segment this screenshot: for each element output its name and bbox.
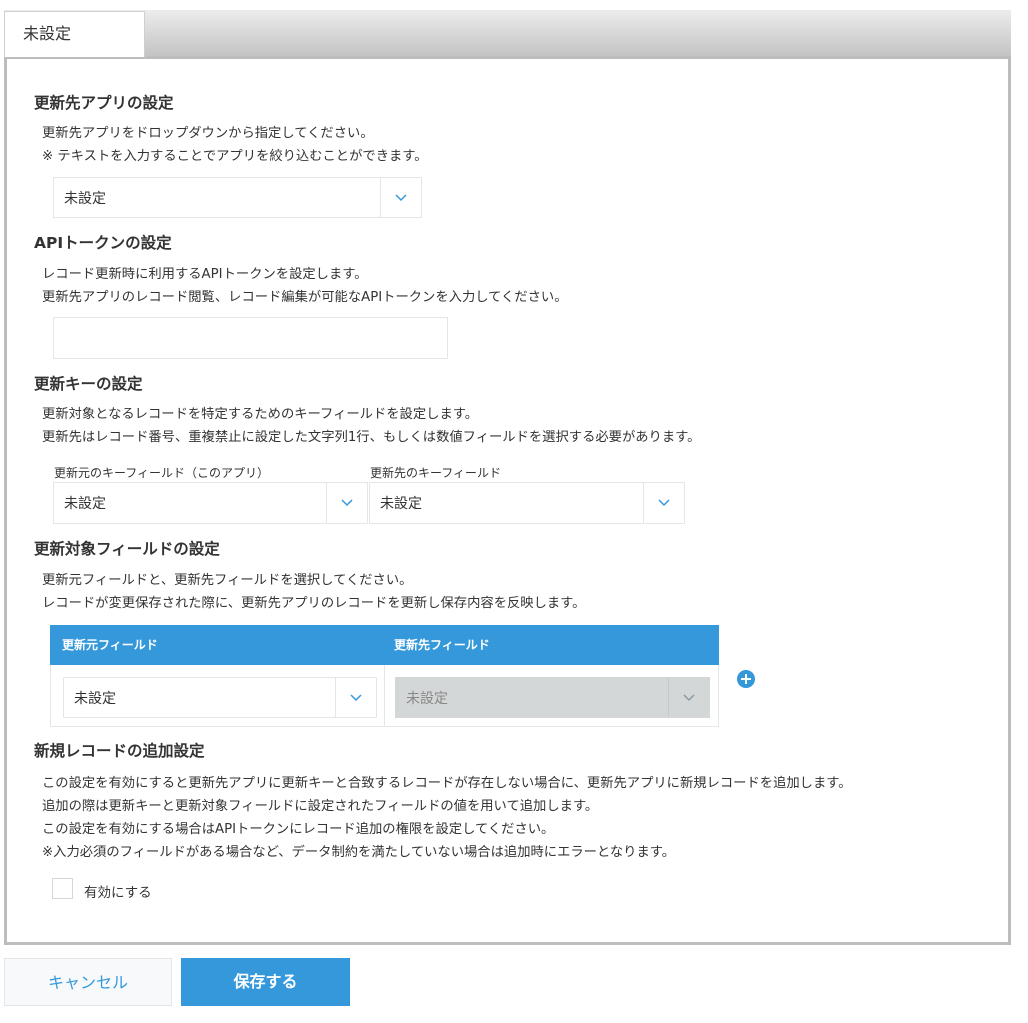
chevron-down-icon[interactable] [380,178,421,217]
add-desc-1: この設定を有効にすると更新先アプリに更新キーと合致するレコードが存在しない場合に… [42,776,852,791]
target-key-select[interactable]: 未設定 [369,482,685,524]
add-row-plus-icon[interactable] [737,670,755,688]
source-key-label: 更新元のキーフィールド（このアプリ） [54,466,270,480]
section-title-update-key: 更新キーの設定 [34,375,143,393]
key-desc-1: 更新対象となるレコードを特定するためのキーフィールドを設定します。 [42,407,479,422]
enable-add-checkbox[interactable] [52,878,73,899]
source-field-select[interactable]: 未設定 [63,677,377,718]
app-select[interactable]: 未設定 [53,177,422,218]
section-title-api-token: APIトークンの設定 [34,234,172,252]
add-desc-2: 追加の際は更新キーと更新対象フィールドに設定されたフィールドの値を用いて追加しま… [42,799,599,814]
tab-bar [4,10,1011,56]
save-button[interactable]: 保存する [181,958,350,1006]
target-field-value: 未設定 [406,690,448,707]
app-desc-2: ※ テキストを入力することでアプリを絞り込むことができます。 [42,149,428,164]
table-header: 更新元フィールド 更新先フィールド [50,625,719,665]
cancel-button[interactable]: キャンセル [4,958,172,1006]
enable-add-label[interactable]: 有効にする [84,881,152,901]
token-desc-1: レコード更新時に利用するAPIトークンを設定します。 [42,267,368,282]
tab-unset[interactable]: 未設定 [4,11,145,57]
fields-desc-2: レコードが変更保存された際に、更新先アプリのレコードを更新し保存内容を反映します… [42,596,586,611]
section-title-app: 更新先アプリの設定 [34,94,174,112]
token-desc-2: 更新先アプリのレコード閲覧、レコード編集が可能なAPIトークンを入力してください… [42,290,568,305]
key-desc-2: 更新先はレコード番号、重複禁止に設定した文字列1行、もしくは数値フィールドを選択… [42,430,701,445]
target-field-select: 未設定 [395,677,710,718]
api-token-input[interactable] [53,317,448,359]
add-desc-4: ※入力必須のフィールドがある場合など、データ制約を満たしていない場合は追加時にエ… [42,845,676,860]
column-divider [384,665,385,726]
chevron-down-icon[interactable] [643,483,684,523]
source-key-select[interactable]: 未設定 [53,482,368,524]
section-title-new-record: 新規レコードの追加設定 [34,742,205,760]
add-desc-3: この設定を有効にする場合はAPIトークンにレコード追加の権限を設定してください。 [42,822,555,837]
col-target-field: 更新先フィールド [394,638,490,652]
target-key-label: 更新先のキーフィールド [370,466,502,480]
chevron-down-icon[interactable] [326,483,367,523]
source-field-value: 未設定 [74,690,116,707]
chevron-down-icon[interactable] [335,678,376,717]
app-desc-1: 更新先アプリをドロップダウンから指定してください。 [42,126,374,141]
chevron-down-icon [668,678,709,717]
fields-desc-1: 更新元フィールドと、更新先フィールドを選択してください。 [42,573,413,588]
app-select-value: 未設定 [64,190,106,207]
field-mapping-table: 更新元フィールド 更新先フィールド 未設定 未設定 [50,625,719,727]
section-title-target-fields: 更新対象フィールドの設定 [34,540,220,558]
col-source-field: 更新元フィールド [62,638,158,652]
target-key-value: 未設定 [380,496,422,512]
source-key-value: 未設定 [64,496,106,512]
